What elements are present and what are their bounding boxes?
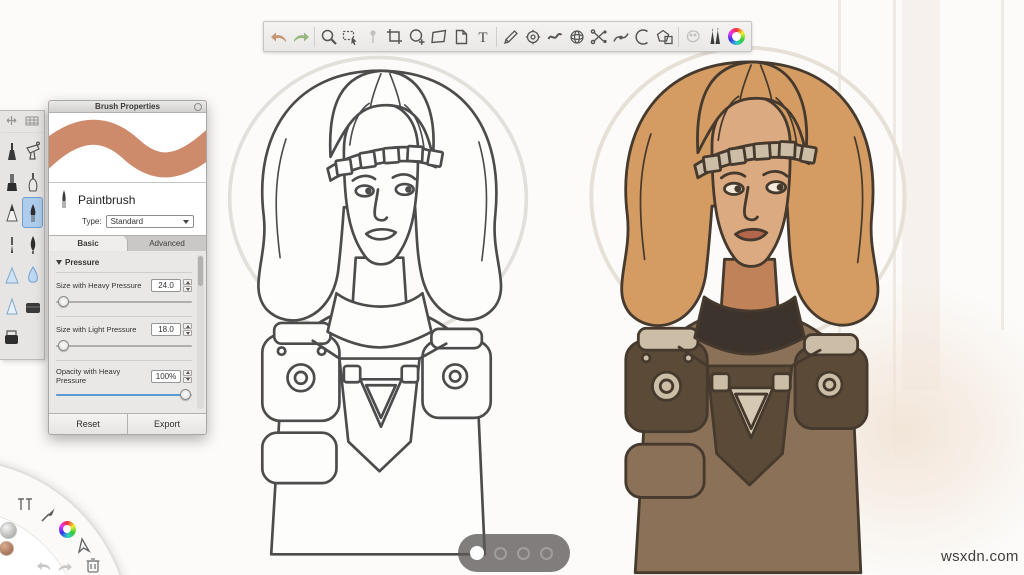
marquee-select-icon[interactable] bbox=[340, 25, 361, 49]
stamp-gear-icon[interactable] bbox=[522, 25, 543, 49]
undo-icon[interactable] bbox=[268, 25, 289, 49]
slider-thumb[interactable] bbox=[58, 340, 69, 351]
dual-brush-icon[interactable] bbox=[704, 25, 725, 49]
chevron-down-icon bbox=[183, 220, 189, 224]
tool-chalk-cone[interactable] bbox=[1, 197, 22, 228]
page-dots-bar bbox=[458, 534, 570, 572]
export-button[interactable]: Export bbox=[128, 414, 206, 434]
tool-eraser-block[interactable] bbox=[22, 290, 43, 321]
tool-marker[interactable] bbox=[1, 290, 22, 321]
zoom-icon[interactable] bbox=[318, 25, 339, 49]
main-toolbar: T bbox=[263, 21, 752, 52]
brush-type-dropdown[interactable]: Standard bbox=[106, 215, 194, 228]
tool-paintbrush[interactable] bbox=[22, 197, 43, 228]
brush-type-value: Standard bbox=[111, 217, 143, 226]
cursor-icon[interactable] bbox=[74, 536, 94, 556]
brush-icon[interactable] bbox=[38, 505, 58, 525]
spin-down-button[interactable] bbox=[183, 286, 192, 292]
page-dot-1[interactable] bbox=[470, 546, 484, 560]
tool-palette-knife[interactable] bbox=[22, 166, 43, 197]
palette-empty-slot bbox=[22, 321, 43, 352]
tool-detail-brush[interactable] bbox=[1, 228, 22, 259]
path-curve-icon[interactable] bbox=[610, 25, 631, 49]
pencil-line-icon[interactable] bbox=[500, 25, 521, 49]
panel-scrollbar[interactable] bbox=[197, 255, 204, 409]
page-dot-3[interactable] bbox=[517, 547, 530, 560]
spin-up-button[interactable] bbox=[183, 370, 192, 376]
arc-icon[interactable] bbox=[632, 25, 653, 49]
scrollbar-thumb[interactable] bbox=[198, 256, 203, 286]
sketch-portrait bbox=[200, 50, 556, 560]
slider-group: Size with Light Pressure 18.0 bbox=[56, 317, 192, 361]
spin-down-button[interactable] bbox=[183, 377, 192, 383]
reset-button[interactable]: Reset bbox=[49, 414, 128, 434]
cut-icon[interactable] bbox=[588, 25, 609, 49]
paintbrush-icon bbox=[57, 188, 71, 212]
tool-ink-brush[interactable] bbox=[1, 135, 22, 166]
collapse-triangle-icon bbox=[56, 260, 62, 265]
slider-track-area[interactable] bbox=[56, 296, 192, 308]
toolbar-separator bbox=[314, 27, 315, 47]
sample-pin-icon[interactable] bbox=[362, 25, 383, 49]
slider-thumb[interactable] bbox=[180, 389, 191, 400]
brush-name: Paintbrush bbox=[78, 193, 135, 207]
texture-icon[interactable] bbox=[25, 114, 39, 132]
text-tool-icon[interactable]: T bbox=[472, 25, 493, 49]
tool-water-drop[interactable] bbox=[22, 259, 43, 290]
tab-advanced[interactable]: Advanced bbox=[128, 236, 206, 251]
add-selection-icon[interactable] bbox=[406, 25, 427, 49]
spin-up-button[interactable] bbox=[183, 279, 192, 285]
slider-track-area[interactable] bbox=[56, 389, 192, 401]
transform-icon[interactable] bbox=[5, 114, 18, 132]
t-square-icon[interactable] bbox=[15, 495, 35, 515]
tool-ink-pen[interactable] bbox=[22, 228, 43, 259]
page-dot-4[interactable] bbox=[540, 547, 553, 560]
quad-shape-icon[interactable] bbox=[428, 25, 449, 49]
toolbar-separator bbox=[496, 27, 497, 47]
spin-up-button[interactable] bbox=[183, 323, 192, 329]
page-dot-2[interactable] bbox=[494, 547, 507, 560]
svg-text:T: T bbox=[478, 30, 487, 46]
gray-sphere-swatch[interactable] bbox=[0, 520, 18, 540]
slider-value-field[interactable]: 100% bbox=[151, 370, 181, 383]
panel-title-bar[interactable]: Brush Properties bbox=[49, 101, 206, 113]
slider-track-area[interactable] bbox=[56, 340, 192, 352]
watermark: wsxdn.com bbox=[941, 548, 1019, 565]
type-label: Type: bbox=[82, 217, 102, 226]
slider-label: Opacity with Heavy Pressure bbox=[56, 367, 142, 385]
spin-down-button[interactable] bbox=[183, 330, 192, 336]
tab-basic[interactable]: Basic bbox=[49, 236, 128, 251]
brush-stroke-preview bbox=[49, 113, 206, 183]
shape-combine-icon[interactable] bbox=[654, 25, 675, 49]
pressure-section-header[interactable]: Pressure bbox=[56, 255, 192, 273]
color-wheel-icon[interactable] bbox=[726, 25, 747, 49]
redo-icon[interactable] bbox=[55, 557, 75, 575]
tool-roller-stamp[interactable] bbox=[1, 321, 22, 352]
mesh-sphere-icon[interactable] bbox=[566, 25, 587, 49]
undo-icon[interactable] bbox=[34, 556, 54, 575]
panel-title: Brush Properties bbox=[95, 102, 160, 111]
brush-properties-panel: Brush Properties Paintbrush Type: Standa… bbox=[48, 100, 207, 435]
tool-watercolor[interactable] bbox=[1, 259, 22, 290]
trash-icon[interactable] bbox=[83, 555, 103, 575]
tool-flat-brush[interactable] bbox=[1, 166, 22, 197]
ribbon-curve-icon[interactable] bbox=[544, 25, 565, 49]
crop-icon[interactable] bbox=[384, 25, 405, 49]
slider-value-field[interactable]: 18.0 bbox=[151, 323, 181, 336]
tool-airbrush[interactable] bbox=[22, 135, 43, 166]
brown-sphere-swatch[interactable] bbox=[0, 538, 16, 558]
tool-palette bbox=[0, 110, 45, 360]
toolbar-separator bbox=[678, 27, 679, 47]
colored-portrait bbox=[560, 40, 936, 575]
slider-label: Size with Heavy Pressure bbox=[56, 281, 142, 290]
slider-value-field[interactable]: 24.0 bbox=[151, 279, 181, 292]
slider-group: Opacity with Heavy Pressure 100% bbox=[56, 361, 192, 409]
slider-group: Size with Heavy Pressure 24.0 bbox=[56, 273, 192, 317]
slider-label: Size with Light Pressure bbox=[56, 325, 142, 334]
redo-icon[interactable] bbox=[290, 25, 311, 49]
page-icon[interactable] bbox=[450, 25, 471, 49]
palette-icon[interactable] bbox=[682, 25, 703, 49]
panel-menu-icon[interactable] bbox=[194, 103, 202, 111]
slider-thumb[interactable] bbox=[58, 296, 69, 307]
